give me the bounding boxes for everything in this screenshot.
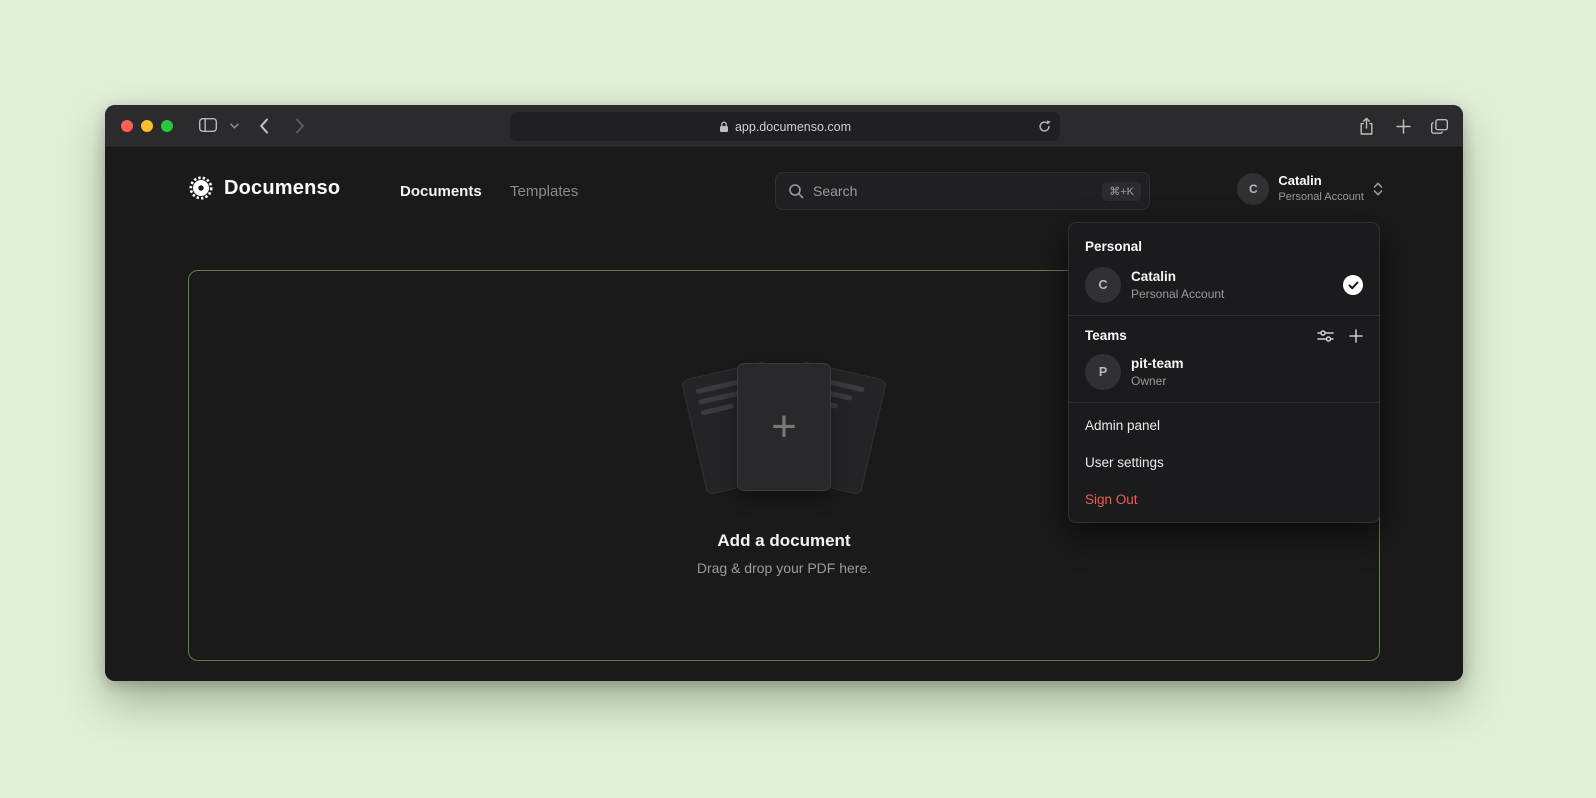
add-document-plus-icon: + — [771, 405, 797, 449]
new-tab-button[interactable] — [1396, 119, 1411, 134]
menu-section-teams: Teams — [1085, 328, 1302, 343]
document-card-front: + — [737, 363, 831, 491]
account-type: Personal Account — [1278, 190, 1364, 204]
plus-icon — [1396, 119, 1411, 134]
account-name: Catalin — [1278, 173, 1364, 190]
brand[interactable]: Documenso — [188, 175, 340, 201]
zoom-window-button[interactable] — [161, 120, 173, 132]
dropzone-subtitle: Drag & drop your PDF here. — [697, 560, 871, 576]
account-avatar: C — [1237, 173, 1269, 205]
overlapping-squares-icon — [1431, 119, 1448, 134]
minimize-window-button[interactable] — [141, 120, 153, 132]
search-shortcut-badge: ⌘+K — [1102, 182, 1141, 201]
dropzone-title: Add a document — [717, 531, 850, 551]
menu-section-personal: Personal — [1069, 229, 1379, 262]
sliders-icon — [1317, 329, 1334, 343]
account-menu-button[interactable]: C Catalin Personal Account — [1237, 173, 1383, 205]
team-avatar: P — [1085, 354, 1121, 390]
chevron-right-icon — [295, 118, 305, 134]
reload-button[interactable] — [1038, 120, 1051, 136]
search-icon — [788, 183, 804, 199]
chevron-left-icon — [259, 118, 269, 134]
documents-illustration: + — [669, 355, 899, 505]
personal-name: Catalin — [1131, 268, 1224, 286]
share-icon — [1359, 117, 1374, 136]
menu-divider — [1069, 315, 1379, 316]
forward-button[interactable] — [295, 118, 305, 134]
plus-icon — [1349, 329, 1363, 343]
close-window-button[interactable] — [121, 120, 133, 132]
share-button[interactable] — [1359, 117, 1374, 136]
account-dropdown-menu: Personal C Catalin Personal Account — [1068, 222, 1380, 523]
browser-window: app.documenso.com — [105, 105, 1463, 681]
menu-item-admin-panel[interactable]: Admin panel — [1069, 407, 1379, 444]
nav-templates[interactable]: Templates — [510, 183, 578, 200]
brand-name: Documenso — [224, 177, 340, 200]
documenso-logo-icon — [188, 175, 214, 201]
sidebar-toggle-button[interactable] — [199, 118, 217, 132]
reload-icon — [1038, 120, 1051, 133]
menu-item-team-pit-team[interactable]: P pit-team Owner — [1069, 349, 1379, 400]
manage-teams-button[interactable] — [1317, 329, 1334, 343]
sidebar-toggle-icon — [199, 118, 217, 132]
browser-toolbar: app.documenso.com — [105, 105, 1463, 148]
desktop-background: app.documenso.com — [0, 0, 1596, 798]
menu-divider — [1069, 402, 1379, 403]
documenso-app: Documenso Documents Templates ⌘+K C Cata… — [105, 148, 1463, 681]
menu-teams-header: Teams — [1069, 320, 1379, 349]
tab-overview-button[interactable] — [1431, 119, 1448, 134]
add-team-button[interactable] — [1349, 329, 1363, 343]
team-role: Owner — [1131, 373, 1184, 389]
address-bar[interactable]: app.documenso.com — [510, 112, 1060, 141]
back-button[interactable] — [259, 118, 269, 134]
lock-icon — [719, 121, 729, 133]
personal-avatar: C — [1085, 267, 1121, 303]
url-text: app.documenso.com — [735, 120, 851, 134]
search-input[interactable] — [813, 183, 1093, 199]
search-box[interactable]: ⌘+K — [775, 172, 1150, 210]
team-name: pit-team — [1131, 355, 1184, 373]
menu-item-personal-account[interactable]: C Catalin Personal Account — [1069, 262, 1379, 313]
menu-item-sign-out[interactable]: Sign Out — [1069, 481, 1379, 518]
menu-item-user-settings[interactable]: User settings — [1069, 444, 1379, 481]
selected-check-icon — [1343, 275, 1363, 295]
nav-documents[interactable]: Documents — [400, 183, 482, 200]
sidebar-chevron-button[interactable] — [230, 123, 239, 129]
chevron-down-icon — [230, 123, 239, 129]
chevron-up-down-icon — [1373, 181, 1383, 197]
personal-type: Personal Account — [1131, 286, 1224, 302]
window-controls — [121, 120, 173, 132]
